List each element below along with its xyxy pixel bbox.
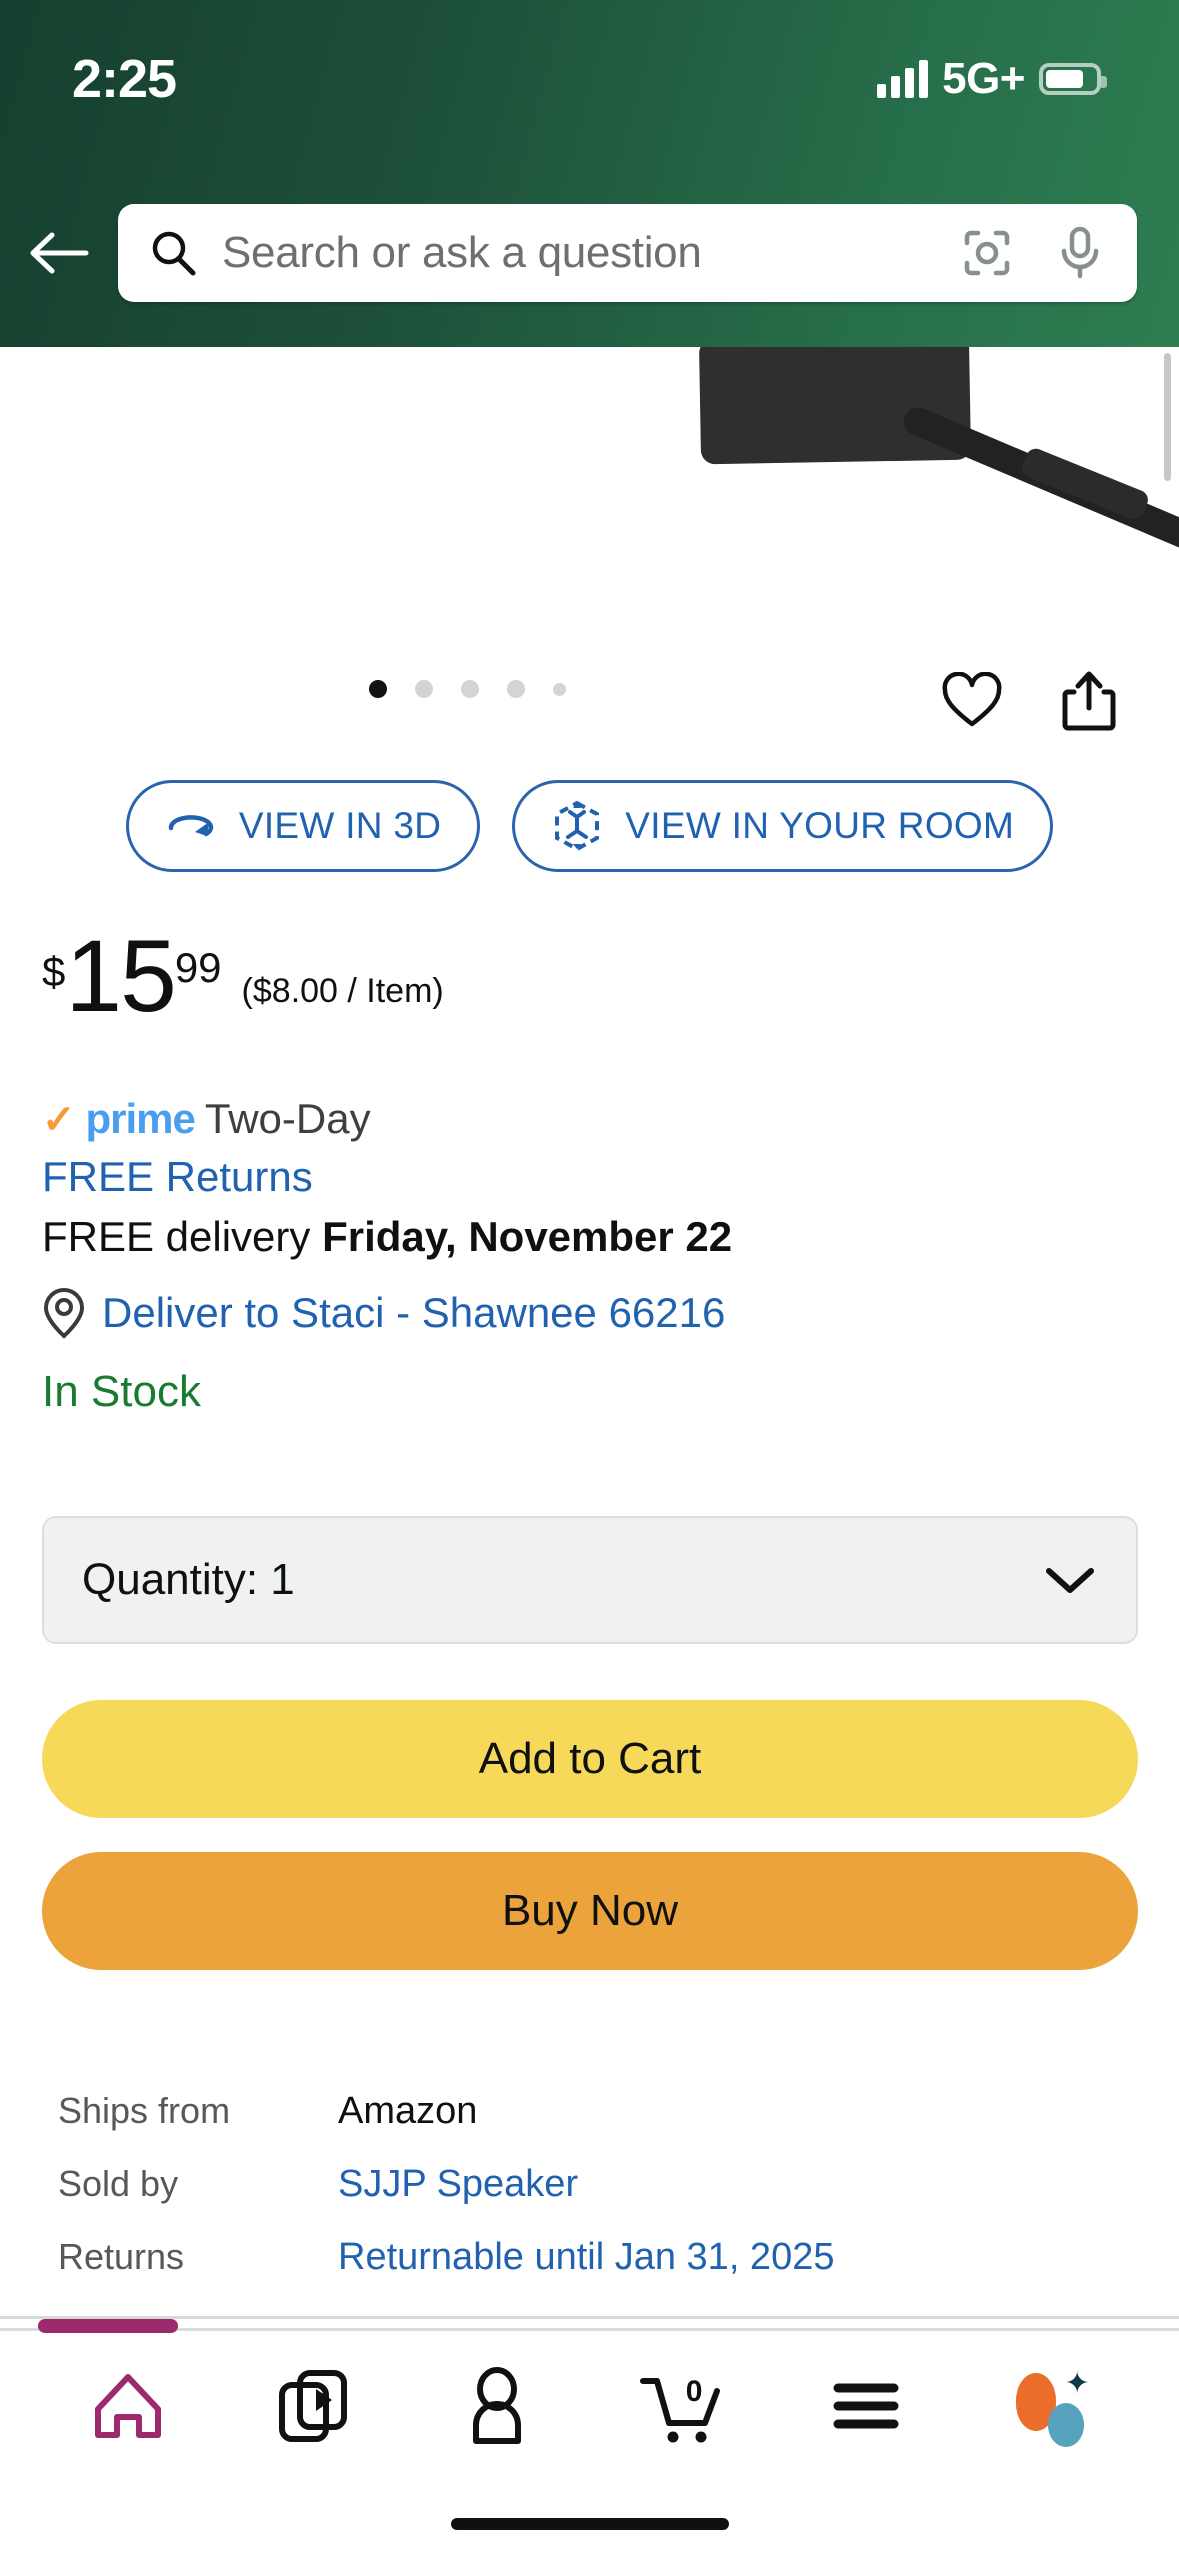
stock-status: In Stock	[42, 1367, 201, 1416]
search-icon	[152, 231, 196, 276]
search-placeholder: Search or ask a question	[222, 228, 702, 277]
back-button[interactable]	[0, 229, 118, 277]
buy-now-button[interactable]: Buy Now	[42, 1852, 1138, 1970]
free-delivery-date: Friday, November 22	[322, 1213, 733, 1260]
cart-count-badge: 0	[685, 2375, 703, 2408]
product-image-cable-connector	[698, 347, 972, 465]
gallery-dot[interactable]	[507, 680, 525, 698]
rufus-assistant-icon: ✦	[1014, 2367, 1090, 2447]
free-delivery-text: FREE delivery Friday, November 22	[42, 1213, 1142, 1261]
prime-badge: ✓ prime Two-Day	[42, 1095, 1142, 1143]
hamburger-menu-icon	[833, 2383, 899, 2429]
heart-icon[interactable]	[941, 672, 1003, 730]
rotate-3d-icon	[168, 815, 214, 837]
ships-from-value: Amazon	[338, 2090, 478, 2132]
ar-view-buttons: VIEW IN 3D VIEW IN YOUR ROOM	[0, 780, 1179, 872]
page-scrollbar[interactable]	[1164, 353, 1171, 481]
deliver-to-row[interactable]: Deliver to Staci - Shawnee 66216	[42, 1287, 1142, 1339]
search-row: Search or ask a question	[0, 198, 1179, 308]
view-in-3d-button[interactable]: VIEW IN 3D	[125, 780, 481, 872]
rufus-blue-shape	[1047, 2403, 1084, 2447]
battery-icon	[1039, 63, 1107, 95]
price-per-item: ($8.00 / Item)	[241, 972, 444, 1010]
network-label: 5G+	[942, 54, 1025, 103]
free-returns-link[interactable]: FREE Returns	[42, 1153, 1142, 1201]
prime-shipping-speed: Two-Day	[204, 1095, 371, 1142]
back-arrow-icon	[30, 232, 89, 274]
gallery-pagination-dots[interactable]	[0, 680, 1057, 698]
gallery-dot[interactable]	[553, 682, 566, 696]
price-whole: 15	[65, 919, 176, 1033]
product-price: $ 15 99 ($8.00 / Item)	[42, 919, 444, 1033]
free-delivery-prefix: FREE delivery	[42, 1213, 323, 1260]
view-in-your-room-label: VIEW IN YOUR ROOM	[625, 805, 1015, 846]
share-icon[interactable]	[1061, 670, 1117, 732]
status-indicators: 5G+	[877, 54, 1107, 104]
delivery-info: ✓ prime Two-Day FREE Returns FREE delive…	[42, 1095, 1142, 1417]
bottom-nav-items: 0 ✦	[0, 2331, 1179, 2481]
returns-value[interactable]: Returnable until Jan 31, 2025	[338, 2236, 834, 2279]
view-in-your-room-button[interactable]: VIEW IN YOUR ROOM	[512, 780, 1054, 872]
search-input[interactable]: Search or ask a question	[118, 204, 1137, 302]
prime-check-icon: ✓	[42, 1098, 76, 1142]
ar-cube-icon	[555, 800, 600, 852]
amazon-product-page: 2:25 5G+ Search or ask a question VIEW I…	[0, 0, 1179, 2556]
gallery-dot[interactable]	[369, 680, 387, 698]
seller-info-table: Ships from Amazon Sold by SJJP Speaker R…	[58, 2090, 1138, 2309]
nav-item-cart[interactable]: 0	[590, 2367, 775, 2445]
table-row: Ships from Amazon	[58, 2090, 1138, 2133]
price-fraction: 99	[174, 944, 222, 991]
ios-home-indicator	[450, 2518, 729, 2530]
gallery-controls	[0, 660, 1179, 750]
add-to-cart-button[interactable]: Add to Cart	[42, 1700, 1138, 1818]
microphone-icon[interactable]	[1057, 225, 1103, 281]
sold-by-label: Sold by	[58, 2163, 179, 2204]
product-image-gallery[interactable]	[0, 347, 1179, 647]
returns-label: Returns	[58, 2236, 185, 2277]
search-action-icons	[961, 225, 1111, 281]
status-bar: 2:25 5G+	[0, 0, 1179, 140]
video-play-icon	[278, 2370, 347, 2442]
table-row: Sold by SJJP Speaker	[58, 2163, 1138, 2206]
quantity-selector[interactable]: Quantity: 1	[42, 1516, 1138, 1644]
view-in-3d-label: VIEW IN 3D	[238, 805, 442, 846]
signal-bars-icon	[877, 60, 929, 98]
bottom-navigation-bar: 0 ✦	[0, 2319, 1179, 2556]
active-tab-indicator	[38, 2319, 178, 2333]
deliver-to-label: Deliver to Staci - Shawnee 66216	[102, 1289, 726, 1336]
section-divider	[0, 2316, 1179, 2319]
nav-item-home[interactable]	[36, 2369, 221, 2443]
status-time: 2:25	[72, 49, 177, 109]
quantity-label: Quantity: 1	[82, 1555, 295, 1604]
nav-item-inspire[interactable]	[221, 2367, 406, 2445]
person-icon	[473, 2367, 522, 2444]
gallery-action-buttons	[941, 670, 1117, 732]
ships-from-label: Ships from	[58, 2090, 231, 2131]
app-header: 2:25 5G+ Search or ask a question	[0, 0, 1179, 347]
table-row: Returns Returnable until Jan 31, 2025	[58, 2236, 1138, 2279]
nav-item-menu[interactable]	[774, 2380, 959, 2432]
home-icon	[95, 2374, 162, 2438]
nav-item-account[interactable]	[405, 2367, 590, 2445]
chevron-down-icon	[1046, 1568, 1094, 1593]
cart-icon	[639, 2378, 720, 2443]
rufus-sparkle-icon: ✦	[1064, 2367, 1090, 2400]
camera-scan-icon[interactable]	[961, 227, 1013, 279]
price-currency: $	[42, 948, 66, 995]
prime-label: prime	[85, 1095, 196, 1142]
location-pin-icon	[43, 1287, 85, 1339]
gallery-dot[interactable]	[461, 680, 479, 698]
gallery-dot[interactable]	[415, 680, 433, 698]
sold-by-value[interactable]: SJJP Speaker	[338, 2163, 578, 2206]
nav-item-rufus[interactable]: ✦	[959, 2367, 1144, 2447]
